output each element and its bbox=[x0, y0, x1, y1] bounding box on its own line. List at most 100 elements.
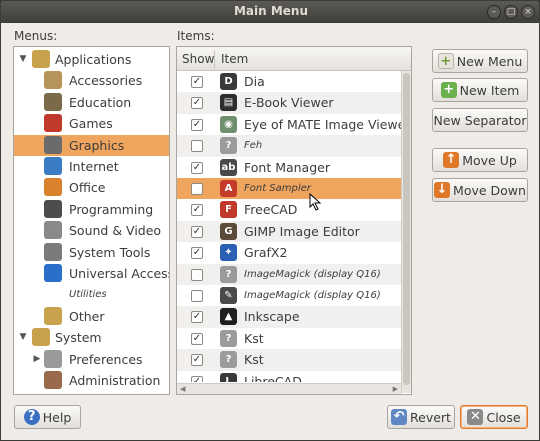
menus-tree[interactable]: ▼ Applications Accessories Education Games Gr… bbox=[13, 46, 170, 395]
show-checkbox-checked[interactable]: ✓ bbox=[191, 118, 203, 131]
move-down-button[interactable]: ↓ Move Down bbox=[432, 178, 528, 202]
item-row[interactable]: ✓ D Dia bbox=[177, 71, 401, 92]
unknown-icon: ? bbox=[220, 265, 237, 283]
tree-item-label: System Tools bbox=[69, 244, 151, 260]
ebook-viewer-icon: ▤ bbox=[220, 94, 237, 112]
other-icon bbox=[44, 306, 62, 325]
arrow-up-icon: ↑ bbox=[443, 152, 460, 168]
show-checkbox-unchecked[interactable] bbox=[191, 140, 203, 153]
tree-item-label: Accessories bbox=[69, 73, 143, 89]
tree-item-utilities[interactable]: Utilities bbox=[14, 284, 169, 305]
show-checkbox-checked[interactable]: ✓ bbox=[191, 204, 203, 217]
scroll-right-icon[interactable]: ▶ bbox=[393, 384, 398, 394]
tree-item-label: Preferences bbox=[69, 351, 143, 367]
show-checkbox-checked[interactable]: ✓ bbox=[191, 354, 203, 367]
minimize-button[interactable]: – bbox=[487, 5, 501, 19]
tree-item-other[interactable]: Other bbox=[14, 306, 169, 327]
new-item-button[interactable]: + New Item bbox=[432, 78, 528, 102]
show-checkbox-unchecked[interactable] bbox=[191, 268, 203, 281]
tree-item-label: Internet bbox=[69, 159, 119, 174]
scrollbar-thumb[interactable] bbox=[403, 73, 410, 385]
show-checkbox-checked[interactable]: ✓ bbox=[191, 97, 203, 110]
expander-closed-icon[interactable]: ▶ bbox=[32, 354, 42, 364]
gimp-icon: G bbox=[220, 222, 237, 240]
education-icon bbox=[44, 92, 62, 111]
item-label: Dia bbox=[244, 74, 265, 89]
revert-button[interactable]: ↶ Revert bbox=[387, 405, 455, 429]
main-menu-window: Main Menu – □ × Menus: Items: ▼ Applicati… bbox=[0, 0, 540, 441]
tree-item-label: Graphics bbox=[69, 137, 125, 153]
item-label: Kst bbox=[244, 352, 264, 368]
show-column-header[interactable]: Show bbox=[182, 52, 214, 66]
item-row[interactable]: ✎ ImageMagick (display Q16) bbox=[177, 285, 401, 306]
item-row[interactable]: ✓ G GIMP Image Editor bbox=[177, 220, 401, 243]
help-icon: ? bbox=[23, 409, 40, 425]
item-row[interactable]: ✓? Kst bbox=[177, 328, 401, 349]
show-checkbox-checked[interactable]: ✓ bbox=[191, 332, 203, 345]
tree-item-system[interactable]: ▼ System bbox=[14, 327, 169, 348]
tree-item-education[interactable]: Education bbox=[14, 92, 169, 113]
window-title: Main Menu bbox=[233, 4, 309, 18]
tree-item-programming[interactable]: Programming bbox=[14, 199, 169, 220]
tree-item-label: Other bbox=[69, 308, 105, 324]
new-separator-label: New Separator bbox=[433, 112, 527, 128]
close-button[interactable]: ✕ Close bbox=[460, 405, 528, 429]
applications-icon bbox=[32, 50, 50, 68]
tree-item-label: Applications bbox=[55, 52, 132, 67]
tree-item-games[interactable]: Games bbox=[14, 113, 169, 134]
item-row[interactable]: ✓ ✦ GrafX2 bbox=[177, 242, 401, 263]
title-bar[interactable]: Main Menu – □ × bbox=[1, 1, 539, 23]
games-icon bbox=[44, 114, 62, 133]
revert-label: Revert bbox=[410, 409, 451, 425]
item-row[interactable]: ✓ ▤ E-Book Viewer bbox=[177, 92, 401, 114]
tree-item-internet[interactable]: Internet bbox=[14, 156, 169, 177]
new-menu-button[interactable]: + New Menu bbox=[432, 49, 528, 73]
tree-item-sound-video[interactable]: Sound & Video bbox=[14, 220, 169, 241]
item-row[interactable]: A Font Sampler bbox=[177, 178, 401, 200]
items-list[interactable]: Show Item ✓ D Dia ✓ ▤ E-Book Viewer ✓ ◉ Eye of M… bbox=[176, 46, 412, 395]
close-label: Close bbox=[486, 409, 521, 425]
imagemagick-icon: ✎ bbox=[220, 287, 237, 304]
move-up-button[interactable]: ↑ Move Up bbox=[432, 148, 528, 172]
show-checkbox-unchecked[interactable] bbox=[191, 183, 203, 195]
tree-item-office[interactable]: Office bbox=[14, 177, 169, 198]
horizontal-scrollbar[interactable]: ◀ ▶ bbox=[177, 383, 401, 394]
show-checkbox-checked[interactable]: ✓ bbox=[191, 311, 203, 324]
tree-item-preferences[interactable]: ▶ Preferences bbox=[14, 349, 169, 370]
tree-item-administration[interactable]: Administration bbox=[14, 370, 169, 391]
item-column-header[interactable]: Item bbox=[221, 52, 248, 66]
scroll-left-icon[interactable]: ◀ bbox=[180, 384, 185, 394]
help-button[interactable]: ? Help bbox=[14, 405, 81, 429]
show-checkbox-checked[interactable]: ✓ bbox=[191, 247, 203, 260]
show-checkbox-unchecked[interactable] bbox=[191, 290, 203, 302]
show-checkbox-checked[interactable]: ✓ bbox=[191, 375, 203, 382]
expander-open-icon[interactable]: ▼ bbox=[18, 54, 28, 64]
item-row[interactable]: ✓ F FreeCAD bbox=[177, 199, 401, 220]
tree-item-system-tools[interactable]: System Tools bbox=[14, 242, 169, 263]
tree-item-applications[interactable]: ▼ Applications bbox=[14, 49, 169, 70]
vertical-scrollbar[interactable] bbox=[401, 71, 411, 393]
show-checkbox-checked[interactable]: ✓ bbox=[191, 76, 203, 88]
inkscape-icon: ▲ bbox=[220, 308, 237, 326]
item-row[interactable]: ✓ ◉ Eye of MATE Image Viewer bbox=[177, 114, 401, 135]
close-window-button[interactable]: × bbox=[521, 5, 535, 19]
item-label: E-Book Viewer bbox=[244, 95, 334, 111]
expander-open-icon[interactable]: ▼ bbox=[18, 332, 28, 342]
item-row[interactable]: ✓ L LibreCAD bbox=[177, 371, 401, 382]
universal-access-icon bbox=[44, 264, 62, 282]
office-icon bbox=[44, 178, 62, 197]
tree-item-accessories[interactable]: Accessories bbox=[14, 70, 169, 91]
maximize-button[interactable]: □ bbox=[504, 5, 518, 19]
tree-item-universal-access[interactable]: Universal Access bbox=[14, 263, 169, 284]
show-checkbox-checked[interactable]: ✓ bbox=[191, 225, 203, 238]
item-row[interactable]: ✓? Kst bbox=[177, 349, 401, 371]
show-checkbox-checked[interactable]: ✓ bbox=[191, 161, 203, 174]
mouse-pointer-icon bbox=[309, 193, 322, 211]
item-row[interactable]: ✓ ab Font Manager bbox=[177, 157, 401, 178]
item-row[interactable]: ? ImageMagick (display Q16) bbox=[177, 263, 401, 285]
item-row[interactable]: ✓ ▲ Inkscape bbox=[177, 306, 401, 328]
new-menu-icon: + bbox=[437, 53, 454, 69]
tree-item-graphics[interactable]: Graphics bbox=[14, 134, 169, 156]
new-separator-button[interactable]: New Separator bbox=[432, 108, 528, 132]
item-row[interactable]: ? Feh bbox=[177, 135, 401, 157]
